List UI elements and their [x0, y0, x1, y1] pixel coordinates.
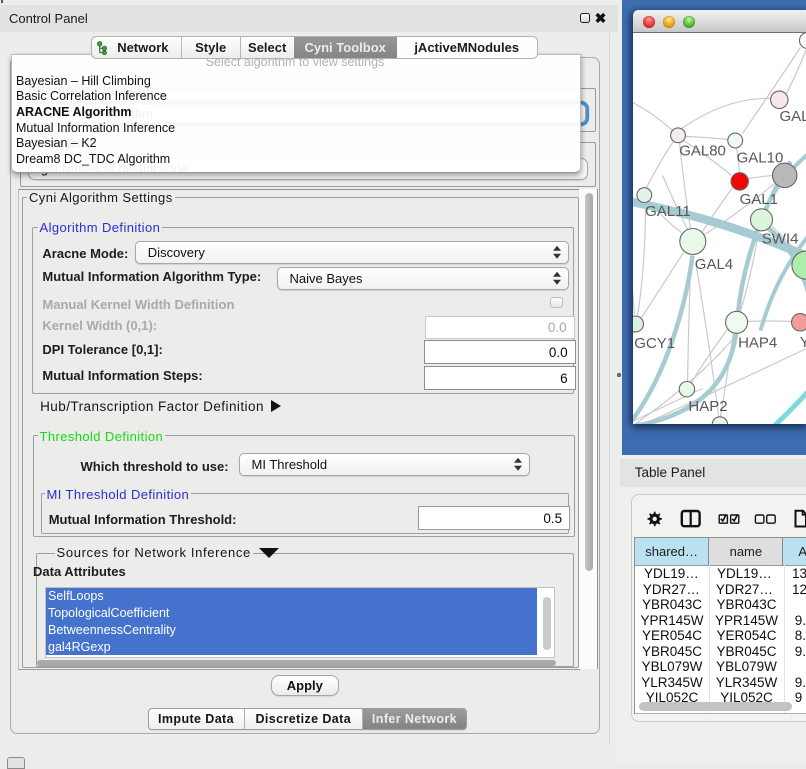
svg-text:GCY1: GCY1 — [634, 335, 675, 352]
svg-text:GAL10: GAL10 — [736, 149, 783, 166]
svg-text:GAL80: GAL80 — [679, 142, 726, 159]
svg-text:GAL1: GAL1 — [739, 191, 777, 208]
svg-text:Y: Y — [799, 334, 806, 351]
svg-text:GAL11: GAL11 — [645, 203, 691, 220]
svg-text:GAL2: GAL2 — [779, 108, 806, 125]
svg-text:SWI4: SWI4 — [761, 230, 798, 247]
svg-text:HAP4: HAP4 — [738, 334, 777, 351]
svg-text:HAP2: HAP2 — [688, 398, 727, 415]
svg-text:GAL4: GAL4 — [694, 256, 732, 273]
